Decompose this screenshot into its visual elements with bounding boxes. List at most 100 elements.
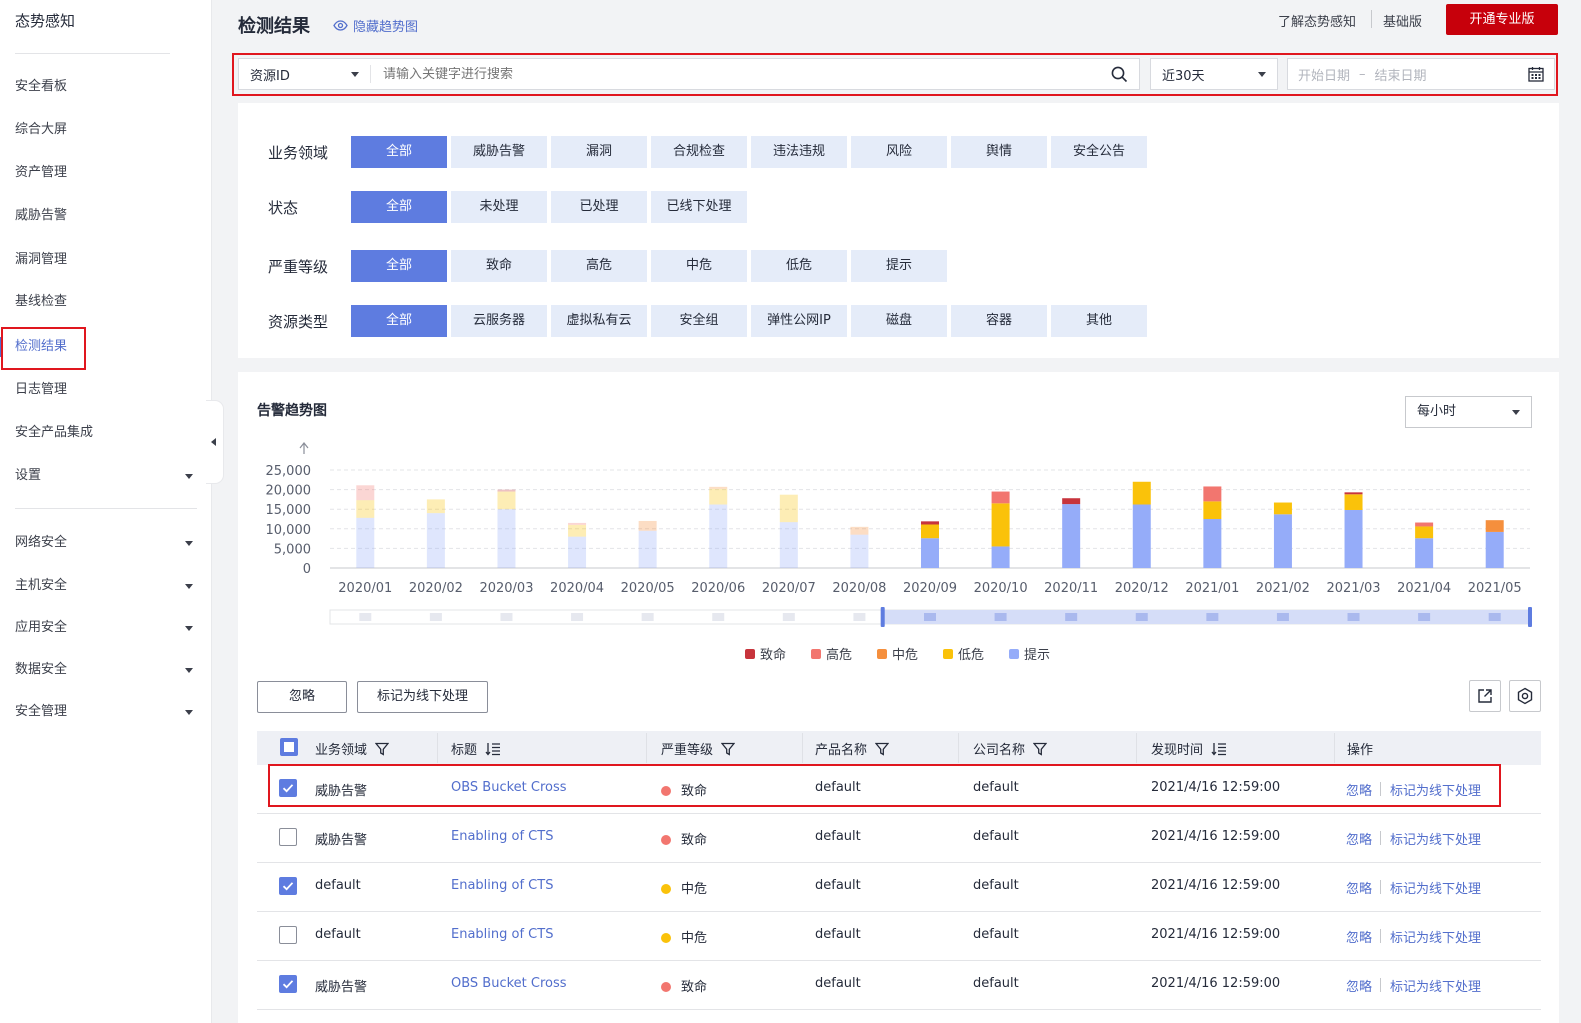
filter-chip[interactable]: 致命 — [451, 250, 547, 282]
row-checkbox[interactable] — [279, 975, 297, 993]
export-button[interactable] — [1469, 680, 1501, 712]
legend-item[interactable]: 中危 — [877, 644, 918, 663]
filter-chip[interactable]: 未处理 — [451, 191, 547, 223]
row-checkbox[interactable] — [279, 779, 297, 797]
filter-chip[interactable]: 提示 — [851, 250, 947, 282]
column-header[interactable]: 发现时间 — [1151, 739, 1227, 758]
row-ignore-link[interactable]: 忽略 — [1346, 976, 1372, 995]
filter-chip[interactable]: 全部 — [351, 250, 447, 282]
filter-chip[interactable]: 磁盘 — [851, 305, 947, 337]
cell-title-link[interactable]: Enabling of CTS — [451, 829, 553, 844]
interval-select[interactable]: 每小时 — [1405, 396, 1532, 428]
legend-item[interactable]: 低危 — [943, 644, 984, 663]
filter-chip[interactable]: 弹性公网IP — [751, 305, 847, 337]
column-header[interactable]: 严重等级 — [661, 739, 736, 758]
filter-chip[interactable]: 高危 — [551, 250, 647, 282]
hide-trend-link[interactable]: 隐藏趋势图 — [333, 16, 418, 35]
sidebar-item-detection-results[interactable]: 检测结果 — [0, 329, 211, 365]
filter-chip[interactable]: 中危 — [651, 250, 747, 282]
filter-chip[interactable]: 违法违规 — [751, 136, 847, 168]
row-mark-offline-link[interactable]: 标记为线下处理 — [1390, 780, 1481, 799]
column-header[interactable]: 产品名称 — [815, 739, 890, 758]
filter-chip[interactable]: 全部 — [351, 136, 447, 168]
sidebar-group-host[interactable]: 主机安全 — [0, 568, 211, 604]
column-header[interactable]: 操作 — [1347, 739, 1373, 758]
row-mark-offline-link[interactable]: 标记为线下处理 — [1390, 976, 1481, 995]
row-checkbox[interactable] — [279, 828, 297, 846]
sidebar-group-management[interactable]: 安全管理 — [0, 694, 211, 730]
filter-chip[interactable]: 威胁告警 — [451, 136, 547, 168]
search-type-select[interactable]: 资源ID — [239, 65, 371, 84]
legend-item[interactable]: 致命 — [745, 644, 786, 663]
sidebar-item-big-screen[interactable]: 综合大屏 — [0, 112, 211, 148]
filter-chip[interactable]: 虚拟私有云 — [551, 305, 647, 337]
filter-chip[interactable]: 低危 — [751, 250, 847, 282]
search-icon[interactable] — [1111, 66, 1128, 83]
ignore-button[interactable]: 忽略 — [257, 681, 347, 713]
sidebar-group-network[interactable]: 网络安全 — [0, 525, 211, 561]
filter-chip[interactable]: 安全公告 — [1051, 136, 1147, 168]
cell-title-link[interactable]: Enabling of CTS — [451, 927, 553, 942]
row-mark-offline-link[interactable]: 标记为线下处理 — [1390, 829, 1481, 848]
filter-icon[interactable] — [721, 742, 736, 756]
start-date-input[interactable]: 开始日期 — [1298, 65, 1350, 84]
column-header[interactable]: 公司名称 — [973, 739, 1048, 758]
sidebar-item-integration[interactable]: 安全产品集成 — [0, 415, 211, 451]
filter-chip[interactable]: 其他 — [1051, 305, 1147, 337]
end-date-input[interactable]: 结束日期 — [1375, 65, 1427, 84]
row-ignore-link[interactable]: 忽略 — [1346, 829, 1372, 848]
chart-zoom-handle[interactable] — [880, 607, 885, 627]
filter-chip[interactable]: 安全组 — [651, 305, 747, 337]
settings-button[interactable] — [1509, 680, 1541, 712]
filter-chip[interactable]: 漏洞 — [551, 136, 647, 168]
sidebar-group-app[interactable]: 应用安全 — [0, 610, 211, 646]
filter-icon[interactable] — [375, 742, 390, 756]
time-range-select[interactable]: 近30天 — [1150, 58, 1278, 90]
sidebar-item-threats[interactable]: 威胁告警 — [0, 198, 211, 234]
legend-item[interactable]: 高危 — [811, 644, 852, 663]
search-input[interactable] — [371, 66, 1111, 82]
sort-icon[interactable] — [1211, 742, 1227, 756]
row-mark-offline-link[interactable]: 标记为线下处理 — [1390, 878, 1481, 897]
sidebar-group-data[interactable]: 数据安全 — [0, 652, 211, 688]
sidebar-item-vulnerabilities[interactable]: 漏洞管理 — [0, 242, 211, 278]
sidebar-item-settings[interactable]: 设置 — [0, 458, 211, 494]
filter-chip[interactable]: 风险 — [851, 136, 947, 168]
row-ignore-link[interactable]: 忽略 — [1346, 927, 1372, 946]
date-range-picker[interactable]: 开始日期 – 结束日期 — [1287, 58, 1555, 90]
cell-title-link[interactable]: OBS Bucket Cross — [451, 976, 567, 991]
select-all-checkbox[interactable] — [280, 738, 298, 756]
filter-chip[interactable]: 全部 — [351, 191, 447, 223]
chart-zoom-handle[interactable] — [1528, 607, 1532, 627]
collapse-sidebar-button[interactable] — [206, 400, 224, 484]
upgrade-button[interactable]: 开通专业版 — [1446, 4, 1558, 35]
chart-zoom-window[interactable] — [880, 610, 1530, 624]
filter-chip[interactable]: 容器 — [951, 305, 1047, 337]
learn-link[interactable]: 了解态势感知 — [1278, 11, 1356, 30]
filter-icon[interactable] — [875, 742, 890, 756]
filter-chip[interactable]: 已线下处理 — [651, 191, 747, 223]
filter-icon[interactable] — [1033, 742, 1048, 756]
mark-offline-button[interactable]: 标记为线下处理 — [357, 681, 488, 713]
row-checkbox[interactable] — [279, 877, 297, 895]
sidebar-item-logs[interactable]: 日志管理 — [0, 372, 211, 408]
row-mark-offline-link[interactable]: 标记为线下处理 — [1390, 927, 1481, 946]
column-header[interactable]: 标题 — [451, 739, 501, 758]
filter-chip[interactable]: 舆情 — [951, 136, 1047, 168]
row-ignore-link[interactable]: 忽略 — [1346, 878, 1372, 897]
filter-chip[interactable]: 已处理 — [551, 191, 647, 223]
sort-icon[interactable] — [485, 742, 501, 756]
row-checkbox[interactable] — [279, 926, 297, 944]
cell-title-link[interactable]: OBS Bucket Cross — [451, 780, 567, 795]
filter-chip[interactable]: 云服务器 — [451, 305, 547, 337]
filter-chip[interactable]: 全部 — [351, 305, 447, 337]
sidebar-item-dashboard[interactable]: 安全看板 — [0, 69, 211, 105]
sidebar-item-assets[interactable]: 资产管理 — [0, 155, 211, 191]
row-ignore-link[interactable]: 忽略 — [1346, 780, 1372, 799]
column-header[interactable]: 业务领域 — [315, 739, 390, 758]
sidebar-item-baseline[interactable]: 基线检查 — [0, 284, 211, 320]
filter-chip[interactable]: 合规检查 — [651, 136, 747, 168]
cell-title-link[interactable]: Enabling of CTS — [451, 878, 553, 893]
calendar-icon[interactable] — [1528, 66, 1544, 82]
legend-item[interactable]: 提示 — [1009, 644, 1050, 663]
